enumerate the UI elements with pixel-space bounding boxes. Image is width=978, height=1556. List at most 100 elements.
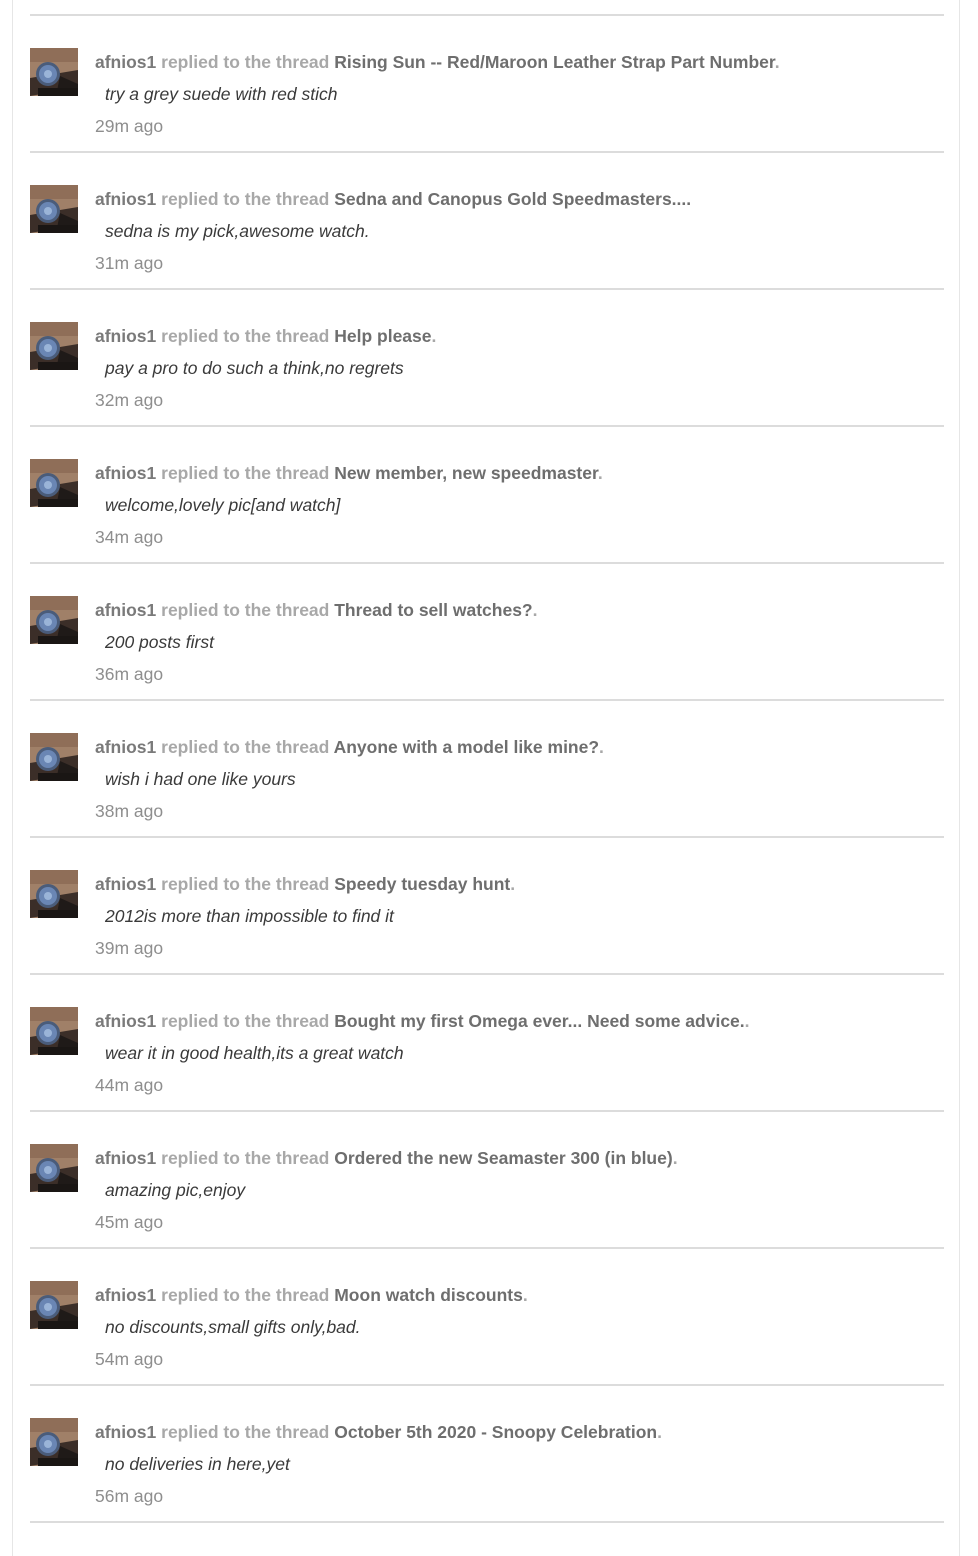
reply-excerpt: no discounts,small gifts only,bad. <box>105 1317 361 1337</box>
action-text: replied to the thread <box>156 737 334 757</box>
activity-item: afnios1 replied to the thread October 5t… <box>30 1384 944 1523</box>
action-text: replied to the thread <box>156 874 335 894</box>
watch-avatar-icon <box>30 1418 78 1466</box>
action-text: replied to the thread <box>156 189 335 209</box>
activity-item: afnios1 replied to the thread Moon watch… <box>30 1247 944 1384</box>
activity-item: afnios1 replied to the thread Anyone wit… <box>30 699 944 836</box>
user-avatar[interactable] <box>30 596 78 644</box>
action-text: replied to the thread <box>156 326 335 346</box>
username-link[interactable]: afnios1 <box>95 874 156 894</box>
activity-headline: afnios1 replied to the thread Rising Sun… <box>95 52 780 73</box>
timestamp: 44m ago <box>95 1075 164 1095</box>
action-text: replied to the thread <box>156 1422 335 1442</box>
watch-avatar-icon <box>30 596 78 644</box>
user-avatar[interactable] <box>30 48 78 96</box>
timestamp: 32m ago <box>95 390 164 410</box>
thread-title-link[interactable]: Ordered the new Seamaster 300 (in blue) <box>334 1148 672 1168</box>
username-link[interactable]: afnios1 <box>95 1148 156 1168</box>
user-avatar[interactable] <box>30 1281 78 1329</box>
username-link[interactable]: afnios1 <box>95 1285 156 1305</box>
reply-excerpt: sedna is my pick,awesome watch. <box>105 221 370 241</box>
activity-item: afnios1 replied to the thread Help pleas… <box>30 288 944 425</box>
reply-excerpt: wish i had one like yours <box>105 769 296 789</box>
activity-item: afnios1 replied to the thread New member… <box>30 425 944 562</box>
user-avatar[interactable] <box>30 1007 78 1055</box>
user-avatar[interactable] <box>30 322 78 370</box>
watch-avatar-icon <box>30 870 78 918</box>
timestamp: 31m ago <box>95 253 164 273</box>
action-text: replied to the thread <box>156 600 335 620</box>
username-link[interactable]: afnios1 <box>95 1422 156 1442</box>
timestamp: 45m ago <box>95 1212 164 1232</box>
thread-title-link[interactable]: Thread to sell watches? <box>334 600 532 620</box>
user-avatar[interactable] <box>30 1144 78 1192</box>
reply-excerpt: 2012is more than impossible to find it <box>105 906 394 926</box>
watch-avatar-icon <box>30 1281 78 1329</box>
action-text: replied to the thread <box>156 52 335 72</box>
timestamp: 36m ago <box>95 664 164 684</box>
thread-title-link[interactable]: Moon watch discounts <box>334 1285 523 1305</box>
activity-feed: afnios1 replied to the thread Rising Sun… <box>30 14 944 1523</box>
thread-title-link[interactable]: Anyone with a model like mine? <box>334 737 599 757</box>
username-link[interactable]: afnios1 <box>95 463 156 483</box>
thread-title-link[interactable]: October 5th 2020 - Snoopy Celebration <box>334 1422 657 1442</box>
activity-item: afnios1 replied to the thread Bought my … <box>30 973 944 1110</box>
activity-headline: afnios1 replied to the thread Speedy tue… <box>95 874 515 895</box>
action-text: replied to the thread <box>156 463 335 483</box>
title-suffix: . <box>774 52 780 72</box>
thread-title-link[interactable]: New member, new speedmaster <box>334 463 598 483</box>
thread-title-link[interactable]: Help please <box>334 326 431 346</box>
title-suffix: . <box>744 1011 750 1031</box>
watch-avatar-icon <box>30 459 78 507</box>
username-link[interactable]: afnios1 <box>95 600 156 620</box>
title-suffix: . <box>510 874 516 894</box>
title-suffix: . <box>672 1148 678 1168</box>
thread-title-link[interactable]: Rising Sun -- Red/Maroon Leather Strap P… <box>334 52 774 72</box>
user-avatar[interactable] <box>30 185 78 233</box>
activity-item: afnios1 replied to the thread Sedna and … <box>30 151 944 288</box>
user-avatar[interactable] <box>30 459 78 507</box>
activity-headline: afnios1 replied to the thread Sedna and … <box>95 189 691 210</box>
activity-headline: afnios1 replied to the thread October 5t… <box>95 1422 662 1443</box>
action-text: replied to the thread <box>156 1148 335 1168</box>
reply-excerpt: no deliveries in here,yet <box>105 1454 290 1474</box>
thread-title-link[interactable]: Sedna and Canopus Gold Speedmasters.... <box>334 189 691 209</box>
title-suffix: . <box>597 463 603 483</box>
reply-excerpt: pay a pro to do such a think,no regrets <box>105 358 404 378</box>
username-link[interactable]: afnios1 <box>95 737 156 757</box>
watch-avatar-icon <box>30 1144 78 1192</box>
username-link[interactable]: afnios1 <box>95 52 156 72</box>
timestamp: 34m ago <box>95 527 164 547</box>
watch-avatar-icon <box>30 48 78 96</box>
title-suffix: . <box>599 737 604 757</box>
timestamp: 38m ago <box>95 801 164 821</box>
reply-excerpt: amazing pic,enjoy <box>105 1180 246 1200</box>
activity-item: afnios1 replied to the thread Speedy tue… <box>30 836 944 973</box>
activity-headline: afnios1 replied to the thread Moon watch… <box>95 1285 528 1306</box>
thread-title-link[interactable]: Speedy tuesday hunt <box>334 874 510 894</box>
title-suffix: . <box>522 1285 528 1305</box>
user-avatar[interactable] <box>30 870 78 918</box>
activity-item: afnios1 replied to the thread Ordered th… <box>30 1110 944 1247</box>
thread-title-link[interactable]: Bought my first Omega ever... Need some … <box>334 1011 744 1031</box>
activity-headline: afnios1 replied to the thread New member… <box>95 463 603 484</box>
action-text: replied to the thread <box>156 1285 335 1305</box>
activity-item: afnios1 replied to the thread Thread to … <box>30 562 944 699</box>
reply-excerpt: welcome,lovely pic[and watch] <box>105 495 341 515</box>
username-link[interactable]: afnios1 <box>95 1011 156 1031</box>
activity-headline: afnios1 replied to the thread Bought my … <box>95 1011 750 1032</box>
activity-headline: afnios1 replied to the thread Thread to … <box>95 600 538 621</box>
user-avatar[interactable] <box>30 1418 78 1466</box>
username-link[interactable]: afnios1 <box>95 326 156 346</box>
watch-avatar-icon <box>30 185 78 233</box>
watch-avatar-icon <box>30 733 78 781</box>
reply-excerpt: try a grey suede with red stich <box>105 84 338 104</box>
timestamp: 29m ago <box>95 116 164 136</box>
timestamp: 54m ago <box>95 1349 164 1369</box>
user-avatar[interactable] <box>30 733 78 781</box>
title-suffix: . <box>657 1422 662 1442</box>
watch-avatar-icon <box>30 322 78 370</box>
timestamp: 56m ago <box>95 1486 164 1506</box>
title-suffix: . <box>431 326 437 346</box>
username-link[interactable]: afnios1 <box>95 189 156 209</box>
